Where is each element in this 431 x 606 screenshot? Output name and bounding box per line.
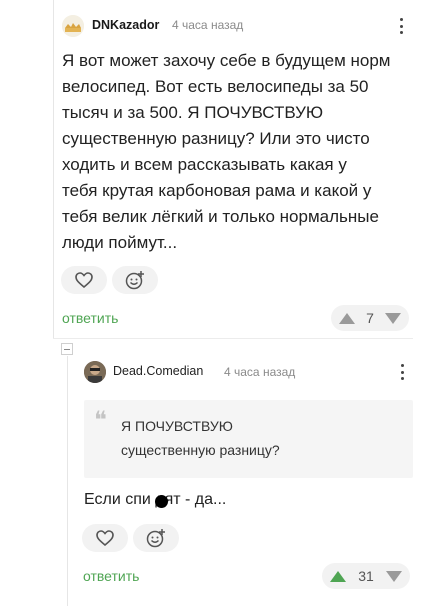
heart-icon — [96, 530, 114, 547]
avatar[interactable] — [84, 361, 106, 383]
like-button[interactable] — [61, 266, 107, 294]
add-emoji-icon — [125, 271, 144, 290]
add-reaction-button[interactable] — [112, 266, 158, 294]
thread-line — [53, 0, 54, 338]
arrow-up-icon[interactable] — [339, 312, 355, 324]
arrow-down-icon[interactable] — [385, 312, 401, 324]
comment-main: DNKazador 4 часа назад Я вот может захоч… — [0, 0, 431, 338]
comment-author[interactable]: DNKazador — [92, 18, 159, 32]
quote-block: ❝ Я ПОЧУВСТВУЮ существенную разницу? — [84, 400, 413, 478]
comment-text: Я вот может захочу себе в будущем норм в… — [62, 51, 391, 252]
divider — [53, 338, 413, 339]
reply-time: 4 часа назад — [224, 365, 296, 379]
comment-time: 4 часа назад — [172, 18, 244, 32]
avatar-image-icon — [62, 15, 84, 37]
more-vertical-icon[interactable] — [395, 16, 407, 36]
like-button[interactable] — [82, 524, 128, 552]
more-vertical-icon[interactable] — [396, 362, 408, 382]
heart-icon — [75, 272, 93, 289]
quote-text: Я ПОЧУВСТВУЮ существенную разницу? — [121, 418, 280, 458]
rating-count: 7 — [366, 310, 374, 326]
quote-icon: ❝ — [94, 406, 107, 434]
collapse-minus-icon[interactable] — [61, 343, 73, 355]
thread-line — [67, 356, 68, 606]
reply-rating: 31 — [322, 563, 410, 589]
censor-blot — [155, 495, 168, 508]
comment-rating: 7 — [331, 305, 409, 331]
rating-count: 31 — [358, 568, 374, 584]
avatar-image-icon — [84, 361, 106, 383]
add-emoji-icon — [146, 529, 165, 548]
arrow-up-icon[interactable] — [330, 570, 346, 582]
arrow-down-icon[interactable] — [386, 570, 402, 582]
reply-link[interactable]: ответить — [62, 310, 118, 326]
reply-author[interactable]: Dead.Comedian — [113, 364, 203, 378]
reply-link[interactable]: ответить — [83, 568, 139, 584]
avatar[interactable] — [62, 15, 84, 37]
add-reaction-button[interactable] — [133, 524, 179, 552]
